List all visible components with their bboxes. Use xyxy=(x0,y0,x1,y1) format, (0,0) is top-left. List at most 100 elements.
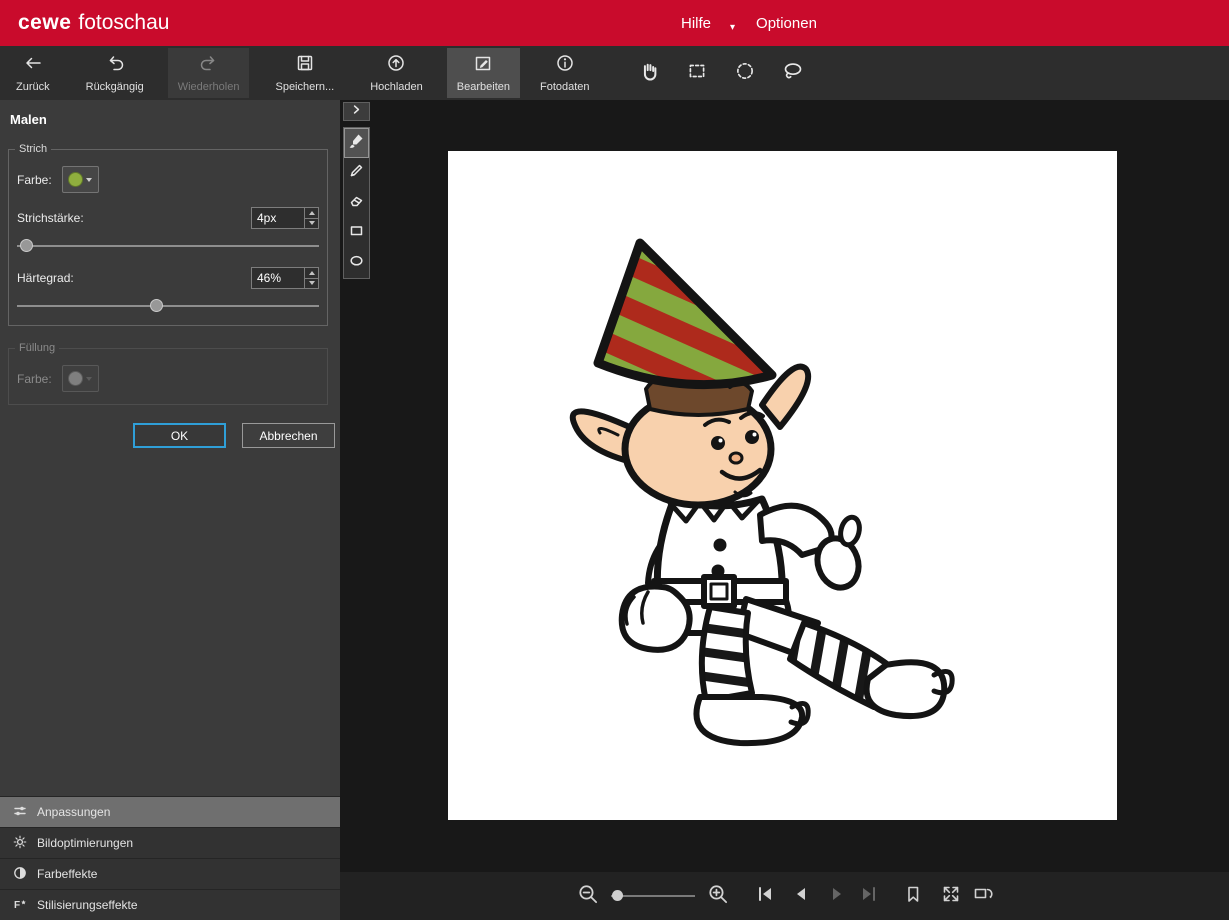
category-stilisierungseffekte[interactable]: F Stilisierungseffekte xyxy=(0,889,340,920)
eraser-tool-button[interactable] xyxy=(344,188,369,218)
hardness-input[interactable]: 46% xyxy=(251,267,319,289)
titlebar: cewe fotoschau Hilfe ▾ Optionen xyxy=(0,0,1229,46)
undo-label: Rückgängig xyxy=(86,81,144,93)
titlebar-menus: Hilfe ▾ Optionen xyxy=(681,0,817,46)
menu-optionen[interactable]: Optionen xyxy=(756,15,817,32)
photo-data-label: Fotodaten xyxy=(540,81,590,93)
ellipse-select-button[interactable] xyxy=(726,48,764,98)
color-effects-icon xyxy=(13,866,27,883)
chevron-down-icon[interactable]: ▾ xyxy=(730,22,735,33)
edit-label: Bearbeiten xyxy=(457,81,510,93)
spin-down-button[interactable] xyxy=(305,278,318,289)
dialog-buttons: OK Abbrechen xyxy=(0,423,335,448)
back-label: Zurück xyxy=(16,81,50,93)
ellipse-draw-button[interactable] xyxy=(344,248,369,278)
stroke-width-row: Strichstärke: 4px xyxy=(17,207,319,229)
spin-up-button[interactable] xyxy=(305,268,318,278)
category-label: Stilisierungseffekte xyxy=(37,898,138,912)
stylize-effects-icon: F xyxy=(13,897,27,914)
stroke-color-label: Farbe: xyxy=(17,173,52,187)
menu-hilfe[interactable]: Hilfe xyxy=(681,15,711,32)
previous-image-icon[interactable] xyxy=(791,884,811,909)
upload-icon xyxy=(386,53,406,78)
next-image-icon xyxy=(827,884,847,909)
hardness-spinner xyxy=(304,268,318,288)
stroke-width-slider-handle[interactable] xyxy=(20,239,33,252)
hand-tool-icon xyxy=(638,60,660,87)
zoom-slider[interactable] xyxy=(611,889,695,903)
lasso-icon xyxy=(782,60,804,87)
zoom-in-icon[interactable] xyxy=(707,883,729,910)
back-arrow-icon xyxy=(23,53,43,78)
stroke-color-swatch[interactable] xyxy=(62,166,99,193)
strip-tools xyxy=(343,127,370,279)
stroke-width-input[interactable]: 4px xyxy=(251,207,319,229)
fill-group-legend: Füllung xyxy=(15,342,59,354)
info-icon xyxy=(555,53,575,78)
pencil-tool-icon xyxy=(348,162,365,184)
fullscreen-icon[interactable] xyxy=(941,884,961,909)
last-image-icon xyxy=(859,884,879,909)
slider-track xyxy=(17,245,319,247)
image-optimize-icon xyxy=(13,835,27,852)
rect-select-button[interactable] xyxy=(678,48,716,98)
cancel-button[interactable]: Abbrechen xyxy=(242,423,335,448)
photo-data-button[interactable]: Fotodaten xyxy=(530,48,600,98)
stroke-color-row: Farbe: xyxy=(17,166,319,193)
zoom-slider-handle[interactable] xyxy=(612,890,623,901)
ok-button[interactable]: OK xyxy=(133,423,226,448)
svg-text:F: F xyxy=(14,900,20,911)
spin-up-button[interactable] xyxy=(305,208,318,218)
back-button[interactable]: Zurück xyxy=(6,48,60,98)
stroke-width-slider[interactable] xyxy=(17,239,319,253)
stroke-group: Strich Farbe: Strichstärke: 4px Härtegr xyxy=(8,149,328,326)
stroke-width-value: 4px xyxy=(252,211,276,225)
fill-group: Füllung Farbe: xyxy=(8,348,328,405)
paint-panel-title: Malen xyxy=(0,100,340,127)
category-farbeffekte[interactable]: Farbeffekte xyxy=(0,858,340,889)
toolbar: Zurück Rückgängig Wiederholen Speichern.… xyxy=(0,46,1229,100)
category-bildoptimierungen[interactable]: Bildoptimierungen xyxy=(0,827,340,858)
draw-tool-strip xyxy=(343,102,370,279)
logo-fotoschau: fotoschau xyxy=(78,11,169,35)
undo-icon xyxy=(105,53,125,78)
first-image-icon[interactable] xyxy=(755,884,775,909)
photo-canvas[interactable] xyxy=(448,151,1117,820)
upload-button[interactable]: Hochladen xyxy=(360,48,433,98)
hardness-slider-handle[interactable] xyxy=(150,299,163,312)
zoom-out-icon[interactable] xyxy=(577,883,599,910)
spin-down-button[interactable] xyxy=(305,218,318,229)
redo-button: Wiederholen xyxy=(168,48,250,98)
category-anpassungen[interactable]: Anpassungen xyxy=(0,796,340,827)
stroke-width-label: Strichstärke: xyxy=(17,211,84,225)
rect-draw-button[interactable] xyxy=(344,218,369,248)
adjustments-icon xyxy=(13,804,27,821)
logo-cewe: cewe xyxy=(18,11,71,35)
slider-track xyxy=(611,895,695,897)
strip-expand-button[interactable] xyxy=(343,102,370,121)
triangle-down-icon xyxy=(309,221,315,225)
paint-panel: Malen Strich Farbe: Strichstärke: 4px xyxy=(0,100,340,920)
slider-track xyxy=(17,305,319,307)
save-button[interactable]: Speichern... xyxy=(265,48,344,98)
undo-button[interactable]: Rückgängig xyxy=(76,48,154,98)
chevron-down-icon xyxy=(86,178,92,182)
category-label: Farbeffekte xyxy=(37,867,97,881)
hardness-slider[interactable] xyxy=(17,299,319,313)
triangle-up-icon xyxy=(309,211,315,215)
rotate-image-icon[interactable] xyxy=(973,884,993,909)
ellipse-select-icon xyxy=(734,60,756,87)
eraser-tool-icon xyxy=(348,192,365,214)
pencil-tool-button[interactable] xyxy=(344,158,369,188)
app-logo: cewe fotoschau xyxy=(18,11,169,35)
hardness-label: Härtegrad: xyxy=(17,271,74,285)
triangle-up-icon xyxy=(309,271,315,275)
edit-button[interactable]: Bearbeiten xyxy=(447,48,520,98)
brush-tool-button[interactable] xyxy=(344,128,369,158)
lasso-button[interactable] xyxy=(774,48,812,98)
pin-icon[interactable] xyxy=(903,884,923,909)
triangle-down-icon xyxy=(309,281,315,285)
hand-tool-button[interactable] xyxy=(630,48,668,98)
fill-color-swatch xyxy=(62,365,99,392)
redo-icon xyxy=(199,53,219,78)
